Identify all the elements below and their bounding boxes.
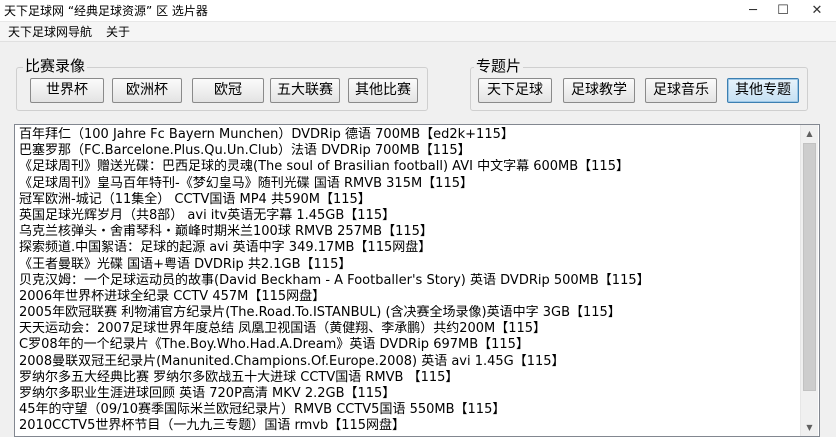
- window-title: 天下足球网 “经典足球资源” 区 选片器: [4, 4, 208, 18]
- champions-league-button[interactable]: 欧冠: [192, 78, 264, 103]
- match-video-group-label: 比赛录像: [23, 57, 88, 75]
- list-item[interactable]: 《足球周刊》皇马百年特刊-《梦幻皇马》随刊光碟 国语 RMVB 315M【115…: [19, 176, 801, 192]
- list-item[interactable]: 冠军欧洲-城记（11集全） CCTV国语 MP4 共590M【115】: [19, 192, 801, 208]
- menu-bar: 天下足球网导航 关于: [0, 22, 836, 42]
- resource-list[interactable]: 百年拜仁（100 Jahre Fc Bayern Munchen）DVDRip …: [14, 124, 820, 437]
- list-item[interactable]: 百年拜仁（100 Jahre Fc Bayern Munchen）DVDRip …: [19, 127, 801, 143]
- list-item[interactable]: 贝克汉姆：一个足球运动员的故事(David Beckham - A Footba…: [19, 273, 801, 289]
- other-topics-button[interactable]: 其他专题: [727, 78, 799, 103]
- scroll-up-icon[interactable]: ▲: [801, 125, 818, 142]
- close-button[interactable]: ✕: [798, 0, 836, 21]
- football-teaching-button[interactable]: 足球教学: [563, 78, 635, 103]
- world-cup-button[interactable]: 世界杯: [30, 78, 104, 103]
- list-item[interactable]: 乌克兰核弹头・舍甫琴科・巅峰时期米兰100球 RMVB 257MB【115】: [19, 224, 801, 240]
- list-item[interactable]: 巴塞罗那（FC.Barcelone.Plus.Qu.Un.Club）法语 DVD…: [19, 143, 801, 159]
- list-item[interactable]: 《王者曼联》光碟 国语+粤语 DVDRip 共2.1GB【115】: [19, 257, 801, 273]
- vertical-scrollbar[interactable]: ▲ ▼: [800, 125, 818, 436]
- list-item[interactable]: 45年的守望（09/10赛季国际米兰欧冠纪录片）RMVB CCTV5国语 550…: [19, 402, 801, 418]
- list-item[interactable]: 《足球周刊》赠送光碟：巴西足球的灵魂(The soul of Brasilian…: [19, 159, 801, 175]
- scroll-down-icon[interactable]: ▼: [801, 419, 818, 436]
- list-item[interactable]: 英国足球光辉岁月（共8部） avi itv英语无字幕 1.45GB【115】: [19, 208, 801, 224]
- top-five-leagues-button[interactable]: 五大联赛: [270, 78, 340, 103]
- title-bar: 天下足球网 “经典足球资源” 区 选片器 ─ ☐ ✕: [0, 0, 836, 22]
- topic-film-group-label: 专题片: [474, 57, 524, 75]
- menu-site-navigation[interactable]: 天下足球网导航: [6, 24, 94, 40]
- minimize-button[interactable]: ─: [738, 0, 768, 21]
- list-item[interactable]: 2008曼联双冠王纪录片(Manunited.Champions.Of.Euro…: [19, 354, 801, 370]
- other-matches-button[interactable]: 其他比赛: [348, 78, 418, 103]
- menu-about[interactable]: 关于: [104, 24, 132, 40]
- list-item[interactable]: 罗纳尔多五大经典比赛 罗纳尔多欧战五十大进球 CCTV国语 RMVB 【115】: [19, 370, 801, 386]
- resource-list-items: 百年拜仁（100 Jahre Fc Bayern Munchen）DVDRip …: [19, 127, 801, 435]
- football-music-button[interactable]: 足球音乐: [645, 78, 717, 103]
- list-item[interactable]: C罗08年的一个纪录片《The.Boy.Who.Had.A.Dream》英语 D…: [19, 337, 801, 353]
- football-world-button[interactable]: 天下足球: [478, 78, 552, 103]
- maximize-button[interactable]: ☐: [768, 0, 798, 21]
- list-item[interactable]: 罗纳尔多职业生涯进球回顾 英语 720P高清 MKV 2.2GB【115】: [19, 386, 801, 402]
- scrollbar-thumb[interactable]: [803, 143, 816, 391]
- list-item[interactable]: 2006年世界杯进球全纪录 CCTV 457M【115网盘】: [19, 289, 801, 305]
- list-item[interactable]: 2010CCTV5世界杯节目（一九九三专题）国语 rmvb【115网盘】: [19, 418, 801, 434]
- list-item[interactable]: 天天运动会：2007足球世界年度总结 凤凰卫视国语（黄健翔、李承鹏）共约200M…: [19, 321, 801, 337]
- euro-cup-button[interactable]: 欧洲杯: [112, 78, 182, 103]
- list-item[interactable]: 2005年欧冠联赛 利物浦官方纪录片(The.Road.To.ISTANBUL)…: [19, 305, 801, 321]
- list-item[interactable]: 探索频道.中国絮语：足球的起源 avi 英语中字 349.17MB【115网盘】: [19, 240, 801, 256]
